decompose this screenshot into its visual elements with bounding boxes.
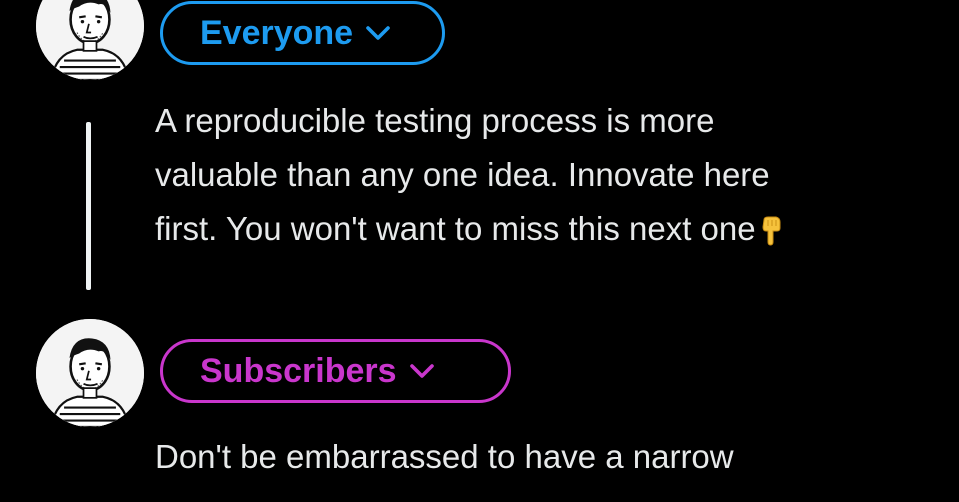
post-text-line: Don't be embarrassed to have a narrow: [155, 438, 734, 475]
post-text-line: valuable than any one idea. Innovate her…: [155, 156, 770, 193]
pointing-down-hand-emoji: [758, 216, 784, 246]
post-text-line: first. You won't want to miss this next …: [155, 210, 756, 247]
post-text-line: A reproducible testing process is more: [155, 102, 715, 139]
audience-label: Everyone: [200, 13, 354, 52]
audience-selector-subscribers[interactable]: Subscribers: [160, 339, 511, 403]
avatar[interactable]: [36, 319, 144, 427]
chevron-down-icon: [409, 363, 435, 379]
post-text[interactable]: A reproducible testing process is more va…: [155, 94, 784, 256]
thread-connector-line: [86, 122, 91, 290]
post-text[interactable]: Don't be embarrassed to have a narrow: [155, 430, 734, 484]
audience-selector-everyone[interactable]: Everyone: [160, 1, 445, 65]
avatar[interactable]: [36, 0, 144, 80]
audience-label: Subscribers: [200, 351, 397, 390]
chevron-down-icon: [365, 25, 391, 41]
